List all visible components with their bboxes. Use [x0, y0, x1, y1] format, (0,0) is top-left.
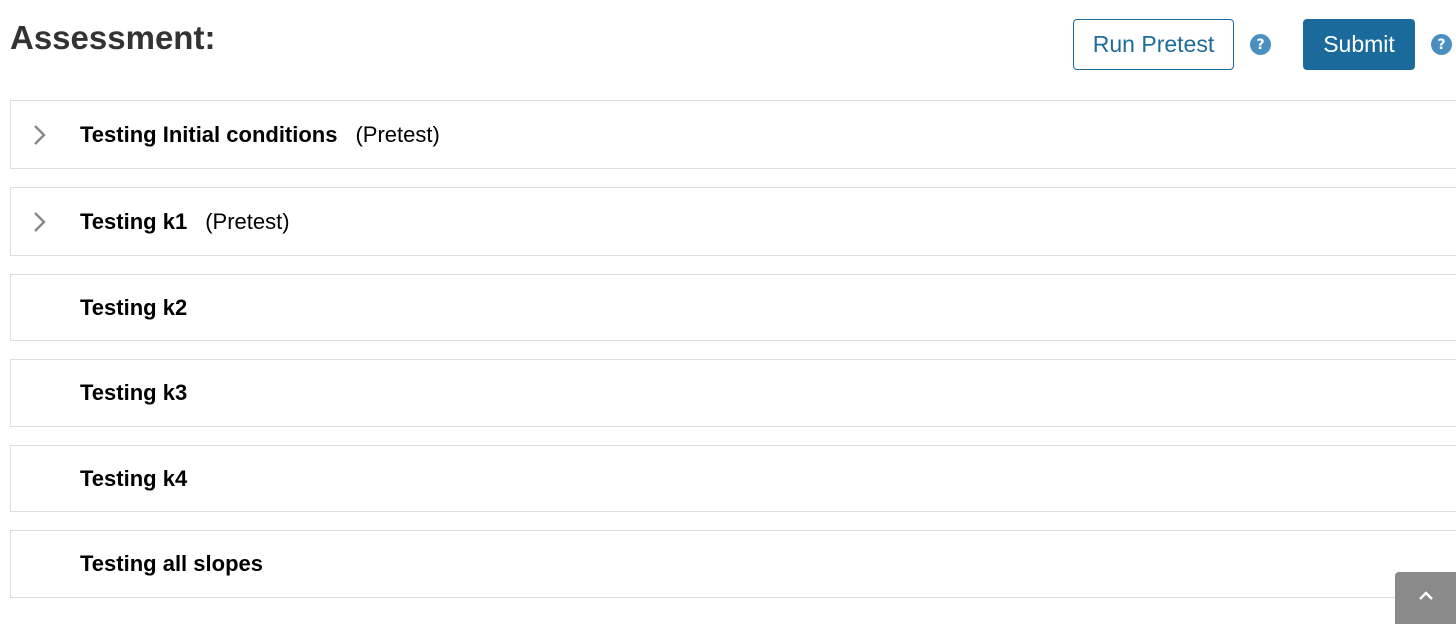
panel-testing-k4[interactable]: Testing k4: [10, 445, 1456, 512]
panel-label: Testing k2: [80, 294, 188, 320]
run-pretest-button[interactable]: Run Pretest: [1073, 19, 1234, 70]
panel-title: Testing k1 (Pretest): [80, 209, 290, 235]
pretest-tag: (Pretest): [205, 208, 290, 234]
panel-label: Testing k1: [80, 208, 188, 234]
panel-label: Testing k3: [80, 380, 188, 405]
panel-testing-k2[interactable]: Testing k2: [10, 274, 1456, 341]
run-pretest-help-icon[interactable]: ?: [1250, 34, 1271, 55]
panel-testing-k3[interactable]: Testing k3: [10, 359, 1456, 427]
panel-testing-all-slopes[interactable]: Testing all slopes: [10, 530, 1456, 598]
pretest-tag: (Pretest): [355, 121, 440, 147]
chevron-up-icon: [1418, 589, 1434, 607]
panel-label: Testing all slopes: [80, 551, 263, 576]
panel-label: Testing Initial conditions: [80, 121, 338, 147]
panel-testing-initial-conditions[interactable]: Testing Initial conditions (Pretest): [10, 100, 1456, 169]
scroll-to-top-button[interactable]: [1395, 572, 1456, 624]
submit-button[interactable]: Submit: [1303, 19, 1415, 70]
chevron-right-icon[interactable]: [29, 124, 49, 145]
panel-label: Testing k4: [80, 465, 188, 491]
chevron-right-icon[interactable]: [29, 211, 49, 232]
assessment-page: Assessment: Run Pretest ? Submit ? Testi…: [0, 0, 1456, 624]
submit-help-icon[interactable]: ?: [1431, 34, 1452, 55]
page-title: Assessment:: [10, 19, 216, 56]
panel-title: Testing Initial conditions (Pretest): [80, 122, 440, 148]
panel-testing-k1[interactable]: Testing k1 (Pretest): [10, 187, 1456, 256]
